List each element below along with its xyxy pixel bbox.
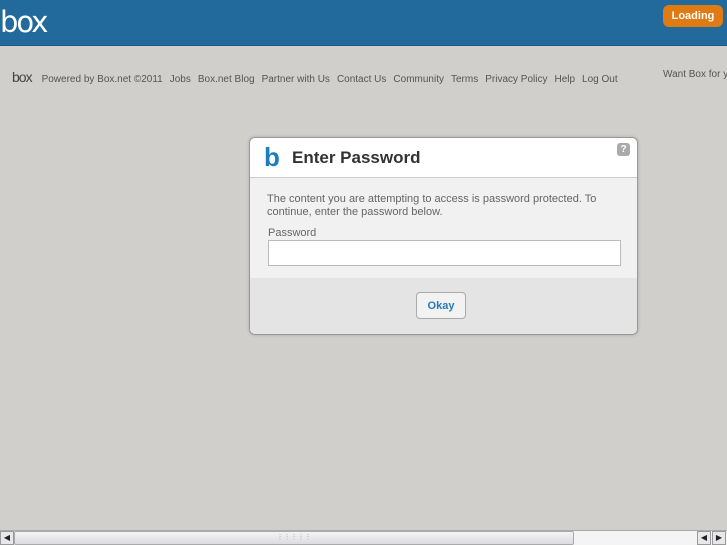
box-b-logo-icon: b <box>264 142 280 172</box>
link-community[interactable]: Community <box>393 74 444 85</box>
loading-button[interactable]: Loading <box>663 5 723 27</box>
link-blog[interactable]: Box.net Blog <box>198 74 255 85</box>
dialog-title: Enter Password <box>292 148 421 167</box>
top-bar: box Loading <box>0 0 727 46</box>
horizontal-scrollbar[interactable]: ◀ ⋮⋮⋮⋮⋮ ◀ ▶ <box>0 530 727 545</box>
link-privacy[interactable]: Privacy Policy <box>485 74 547 85</box>
link-contact[interactable]: Contact Us <box>337 74 386 85</box>
link-jobs[interactable]: Jobs <box>170 74 191 85</box>
footer-box-logo[interactable]: box <box>12 69 33 85</box>
powered-by-text: Powered by Box.net ©2011 <box>41 74 163 85</box>
link-logout[interactable]: Log Out <box>582 74 618 85</box>
dialog-footer: Okay <box>250 278 637 334</box>
okay-button[interactable]: Okay <box>416 292 466 319</box>
link-partner[interactable]: Partner with Us <box>262 74 330 85</box>
password-dialog: b Enter Password ? The content you are a… <box>249 137 638 335</box>
link-terms[interactable]: Terms <box>451 74 478 85</box>
want-box-link[interactable]: Want Box for y <box>663 69 727 80</box>
dialog-header: b Enter Password ? <box>250 138 637 178</box>
scroll-left-end-icon[interactable]: ◀ <box>697 531 711 545</box>
footer-links: box Powered by Box.net ©2011 Jobs Box.ne… <box>12 69 618 85</box>
box-logo[interactable]: box <box>0 5 48 39</box>
password-label: Password <box>268 227 317 239</box>
scroll-right-icon[interactable]: ▶ <box>712 531 726 545</box>
scroll-left-icon[interactable]: ◀ <box>0 531 14 545</box>
link-help[interactable]: Help <box>554 74 575 85</box>
dialog-message: The content you are attempting to access… <box>267 193 597 218</box>
password-input[interactable] <box>268 240 621 266</box>
help-icon[interactable]: ? <box>617 143 630 156</box>
scrollbar-thumb[interactable]: ⋮⋮⋮⋮⋮ <box>14 531 574 545</box>
